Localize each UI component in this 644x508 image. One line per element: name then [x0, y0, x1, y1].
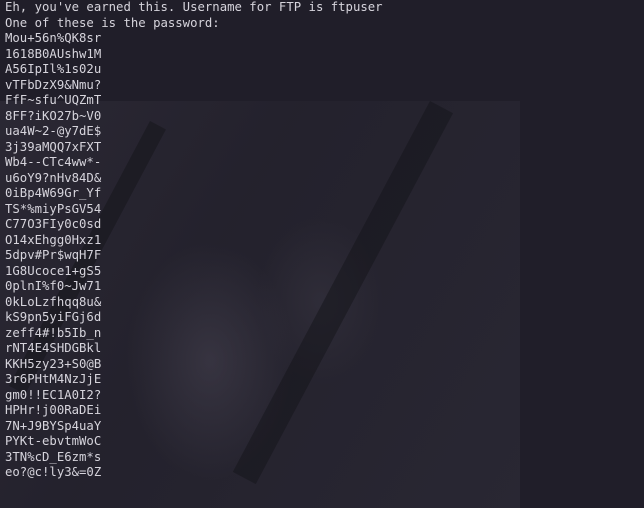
password-entry: A56IpIl%1s02u: [5, 62, 102, 76]
password-entry: kS9pn5yiFGj6d: [5, 310, 102, 324]
password-entry: 3TN%cD_E6zm*s: [5, 449, 102, 464]
password-entry: 0iBp4W69Gr_Yf: [5, 186, 102, 200]
password-entry: 3j39aMQQ7xFXT: [5, 139, 102, 154]
message-line: Eh, you've earned this. Username for FTP…: [5, 0, 383, 14]
password-entry: PYKt-ebvtmWoC: [5, 434, 102, 448]
password-entry: HPHr!j00RaDEi: [5, 403, 102, 417]
password-entry: O14xEhgg0Hxz1: [5, 232, 102, 247]
password-entry: C77O3FIy0c0sd: [5, 217, 102, 231]
password-entry: 0plnI%f0~Jw71: [5, 279, 102, 293]
password-entry: 5dpv#Pr$wqH7F: [5, 248, 102, 262]
password-entry: KKH5zy23+S0@B: [5, 356, 102, 371]
password-entry: 0kLoLzfhqq8u&: [5, 294, 102, 309]
terminal-window[interactable]: Eh, you've earned this. Username for FTP…: [0, 0, 644, 508]
password-entry: ua4W~2-@y7dE$: [5, 124, 102, 138]
password-entry: 7N+J9BYSp4uaY: [5, 418, 102, 433]
password-entry: 3r6PHtM4NzJjE: [5, 372, 102, 386]
password-entry: u6oY9?nHv84D&: [5, 170, 102, 185]
password-entry: vTFbDzX9&Nmu?: [5, 77, 102, 92]
password-entry: TS*%miyPsGV54: [5, 201, 102, 216]
password-entry: 1618B0AUshw1M: [5, 46, 102, 61]
password-entry: eo?@c!ly3&=0Z: [5, 465, 102, 479]
terminal-output: Eh, you've earned this. Username for FTP…: [5, 0, 383, 481]
password-entry: FfF~sfu^UQZmT: [5, 93, 102, 107]
password-entry: 8FF?iKO27b~V0: [5, 108, 102, 123]
password-list: Mou+56n%QK8sr 1618B0AUshw1M A56IpIl%1s02…: [5, 31, 383, 481]
password-entry: zeff4#!b5Ib_n: [5, 325, 102, 340]
password-entry: Wb4--CTc4ww*-: [5, 155, 102, 169]
password-entry: 1G8Ucoce1+gS5: [5, 263, 102, 278]
password-entry: gm0!!EC1A0I2?: [5, 387, 102, 402]
password-entry: Mou+56n%QK8sr: [5, 31, 102, 45]
message-line: One of these is the password:: [5, 15, 220, 30]
password-entry: rNT4E4SHDGBkl: [5, 341, 102, 355]
